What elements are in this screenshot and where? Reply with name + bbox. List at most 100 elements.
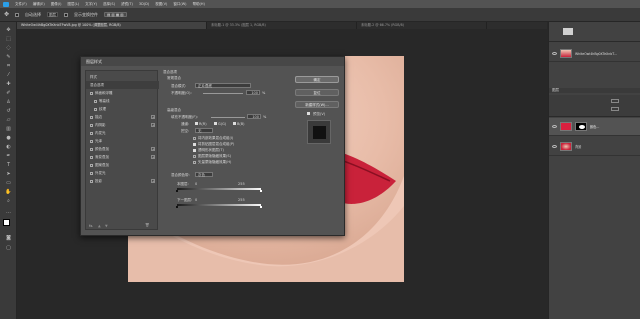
this-layer-slider[interactable] [177, 188, 261, 190]
opacity-input[interactable]: 100 [246, 90, 260, 95]
style-list-item[interactable]: 描边 + [86, 113, 159, 121]
tab-document-1[interactable]: WhiteOwl4hBg0XTeXnbTFwV8.jpg @ 100% (调整图… [17, 22, 207, 29]
style-list-item[interactable]: 内发光 [86, 129, 159, 137]
quick-select-tool-icon[interactable]: ✎ [4, 53, 13, 61]
fill-opacity-slider[interactable] [211, 117, 245, 118]
visibility-eye-icon[interactable] [552, 52, 557, 55]
foreground-color-swatch[interactable] [3, 219, 10, 226]
menu-layer[interactable]: 图层(L) [67, 2, 79, 7]
transform-controls-checkbox[interactable] [64, 12, 69, 17]
hand-tool-icon[interactable]: ✋ [4, 188, 13, 196]
visibility-eye-icon[interactable] [552, 145, 557, 148]
menu-filter[interactable]: 滤镜(T) [121, 2, 133, 7]
menu-file[interactable]: 文件(F) [15, 2, 27, 7]
fill-opacity-input[interactable]: 100 [247, 114, 261, 119]
tab-document-2[interactable]: 未标题-1 @ 33.3% (图层 1, RGB/8) [207, 22, 357, 29]
style-checkbox[interactable] [90, 147, 93, 151]
menu-view[interactable]: 视图(V) [155, 2, 167, 7]
underlying-black-handle[interactable] [176, 206, 178, 208]
eraser-tool-icon[interactable]: ▱ [4, 116, 13, 124]
dodge-tool-icon[interactable]: ◐ [4, 143, 13, 151]
ok-button[interactable]: 确定 [295, 76, 339, 83]
layer-mask-hides-checkbox[interactable] [193, 155, 196, 158]
layer-row-adjustment[interactable]: 颜色... [549, 118, 640, 136]
style-list-item[interactable]: 图案叠加 [86, 161, 159, 169]
style-list-item[interactable]: 渐变叠加 + [86, 153, 159, 161]
style-checkbox[interactable] [90, 123, 93, 127]
channel-r-checkbox[interactable] [195, 122, 198, 125]
move-down-icon[interactable]: ▼ [105, 224, 108, 228]
lasso-tool-icon[interactable]: ◌ [4, 44, 13, 52]
blend-if-select[interactable]: 灰色 [195, 172, 213, 177]
gradient-tool-icon[interactable]: ▥ [4, 125, 13, 133]
zoom-tool-icon[interactable]: ⌕ [4, 197, 13, 205]
new-style-button[interactable]: 新建样式(W)... [295, 101, 339, 108]
marquee-tool-icon[interactable]: ⬚ [4, 35, 13, 43]
blur-tool-icon[interactable]: ● [4, 134, 13, 142]
style-checkbox[interactable] [94, 99, 97, 103]
layer-row-top[interactable]: WhiteOwl4hBg0XTeXnbT... [549, 46, 640, 62]
style-checkbox[interactable] [90, 163, 93, 167]
brush-tool-icon[interactable]: ✐ [4, 89, 13, 97]
preview-checkbox[interactable] [307, 112, 310, 115]
fill-icon[interactable] [611, 107, 619, 111]
quick-mask-icon[interactable]: ◙ [4, 234, 13, 242]
style-list-item[interactable]: 内阴影 + [86, 121, 159, 129]
this-layer-black-handle[interactable] [176, 190, 178, 192]
style-checkbox[interactable] [94, 107, 97, 111]
move-tool-icon[interactable]: ✥ [4, 11, 9, 18]
delete-icon[interactable]: 🗑 [145, 223, 149, 227]
visibility-eye-icon[interactable] [552, 125, 557, 128]
style-list-item[interactable]: 外发光 [86, 169, 159, 177]
style-checkbox[interactable] [90, 171, 93, 175]
vector-mask-hides-checkbox[interactable] [193, 161, 196, 164]
lock-icon[interactable] [611, 99, 619, 103]
style-list-item[interactable]: 纹理 [86, 105, 159, 113]
move-tool-icon[interactable]: ✥ [4, 26, 13, 34]
style-list-item[interactable]: 等高线 [86, 97, 159, 105]
this-layer-white-handle[interactable] [260, 190, 262, 192]
blend-interior-checkbox[interactable] [193, 137, 196, 140]
add-style-icon[interactable]: + [151, 179, 155, 183]
clone-stamp-icon[interactable]: ♙ [4, 98, 13, 106]
style-checkbox[interactable] [90, 131, 93, 135]
fx-icon[interactable]: fx. [89, 224, 93, 228]
auto-select-checkbox[interactable] [15, 12, 20, 17]
eyedropper-tool-icon[interactable]: ⁄ [4, 71, 13, 79]
more-tools-icon[interactable]: … [4, 208, 13, 216]
blend-mode-select[interactable]: 正片叠底 [195, 83, 251, 88]
channel-g-checkbox[interactable] [214, 122, 217, 125]
style-checkbox[interactable] [90, 179, 93, 183]
style-checkbox[interactable] [90, 115, 93, 119]
auto-select-target[interactable]: 图层 [47, 12, 59, 17]
blend-clipped-checkbox[interactable] [193, 143, 196, 146]
style-checkbox[interactable] [90, 155, 93, 159]
reset-button[interactable]: 复位 [295, 89, 339, 96]
style-checkbox[interactable] [90, 91, 93, 95]
opacity-slider[interactable] [203, 93, 243, 94]
add-style-icon[interactable]: + [151, 147, 155, 151]
channel-b-checkbox[interactable] [233, 122, 236, 125]
menu-image[interactable]: 图像(I) [51, 2, 62, 7]
move-up-icon[interactable]: ▲ [98, 224, 101, 228]
style-list-item[interactable]: 斜面和浮雕 [86, 89, 159, 97]
style-checkbox[interactable] [90, 139, 93, 143]
knockout-select[interactable]: 无 [195, 128, 213, 133]
history-brush-icon[interactable]: ↺ [4, 107, 13, 115]
mask-properties-icon[interactable] [563, 28, 573, 35]
menu-select[interactable]: 选择(S) [103, 2, 115, 7]
layer-row-background[interactable]: 背景 [549, 138, 640, 156]
screen-mode-icon[interactable]: ▢ [4, 244, 13, 252]
style-list-item[interactable]: 样式 [86, 73, 159, 81]
underlying-white-handle[interactable] [260, 206, 262, 208]
add-style-icon[interactable]: + [151, 115, 155, 119]
style-list-item[interactable]: 投影 + [86, 177, 159, 185]
shape-tool-icon[interactable]: ▭ [4, 179, 13, 187]
menu-edit[interactable]: 编辑(E) [33, 2, 45, 7]
underlying-layer-slider[interactable] [177, 204, 261, 206]
healing-brush-icon[interactable]: ✚ [4, 80, 13, 88]
path-select-icon[interactable]: ➤ [4, 170, 13, 178]
transparency-shapes-checkbox[interactable] [193, 149, 196, 152]
crop-tool-icon[interactable]: ⌗ [4, 62, 13, 70]
pen-tool-icon[interactable]: ✒ [4, 152, 13, 160]
